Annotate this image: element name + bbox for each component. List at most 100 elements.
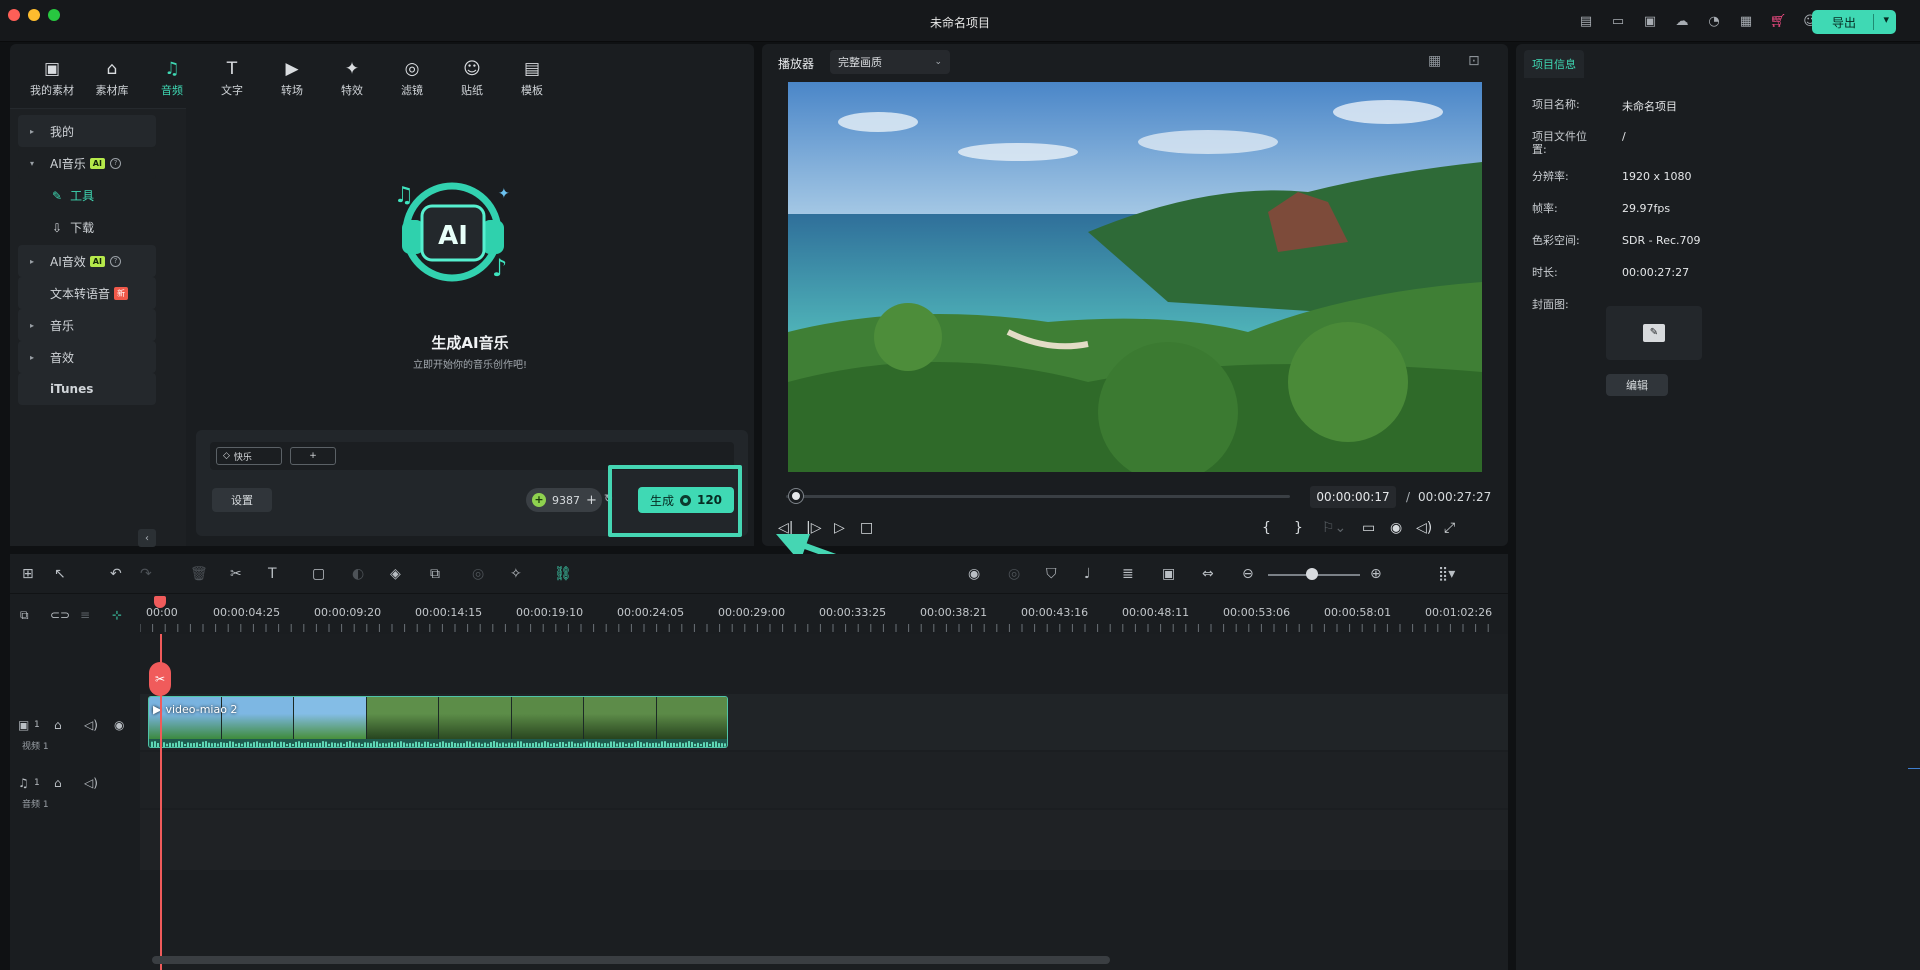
current-timecode[interactable]: 00:00:00:17	[1310, 486, 1396, 508]
mark-in-icon[interactable]: {	[1262, 520, 1271, 536]
collapse-sidebar-button[interactable]: ‹	[138, 529, 156, 547]
support-icon[interactable]: ◔	[1704, 12, 1724, 30]
fit-icon[interactable]: ⇔	[1202, 566, 1214, 582]
ai-cut-icon[interactable]: ◎	[1008, 566, 1020, 582]
ai-effect-icon[interactable]: ✧	[510, 566, 522, 582]
marker-icon[interactable]: ⚐⌄	[1322, 520, 1346, 536]
settings-button[interactable]: 设置	[212, 488, 272, 512]
edit-cover-button[interactable]: 编辑	[1606, 374, 1668, 396]
timeline-scrollbar[interactable]	[152, 956, 1110, 964]
tab-template[interactable]: ▤ 模板	[506, 58, 558, 102]
tab-audio[interactable]: ♫ 音频	[146, 58, 198, 102]
sidebar-item-music[interactable]: ▸ 音乐	[18, 309, 156, 341]
tab-text[interactable]: T 文字	[206, 58, 258, 102]
playhead-handle[interactable]	[154, 596, 166, 608]
ai-tool-icon[interactable]: ⧉	[430, 566, 440, 582]
sidebar-item-mine[interactable]: ▸ 我的	[18, 115, 156, 147]
microphone-icon[interactable]: ♩	[1084, 566, 1091, 582]
cart-icon[interactable]: 🛒︎	[1768, 12, 1788, 30]
tab-sticker[interactable]: ☺ 贴纸	[446, 58, 498, 102]
tab-transition[interactable]: ▶ 转场	[266, 58, 318, 102]
scope-icon[interactable]: ⊡	[1468, 53, 1480, 69]
text-tool-icon[interactable]: T	[268, 566, 277, 582]
add-credits-icon[interactable]: +	[586, 493, 597, 508]
fullscreen-icon[interactable]: ⤢	[1444, 520, 1455, 536]
cover-thumbnail[interactable]: ✎	[1606, 306, 1702, 360]
download-icon: ⇩	[52, 220, 63, 235]
mark-out-icon[interactable]: }	[1294, 520, 1303, 536]
task-center-icon[interactable]: ▤	[1576, 12, 1596, 30]
time-ruler[interactable]: 00:00 00:00:04:25 00:00:09:20 00:00:14:15 00…	[140, 594, 1508, 634]
zoom-out-icon[interactable]: ⊖	[1242, 566, 1254, 582]
tab-stock-media[interactable]: ⌂ 素材库	[86, 58, 138, 102]
delete-icon[interactable]: 🗑︎	[190, 566, 208, 582]
snapshot-icon[interactable]: ◉	[1390, 520, 1402, 536]
crop-icon[interactable]: ▢	[312, 566, 325, 582]
video-preview[interactable]	[788, 82, 1482, 472]
quality-select[interactable]: 完整画质 ⌄	[830, 50, 950, 74]
shield-icon[interactable]: ⛉	[1046, 566, 1057, 582]
sidebar-item-sfx[interactable]: ▸ 音效	[18, 341, 156, 373]
clip-frame	[366, 697, 439, 739]
eye-icon[interactable]: ◉	[114, 718, 124, 732]
help-icon[interactable]: ?	[109, 255, 121, 267]
new-badge: 新	[114, 286, 129, 300]
ai-badge: AI	[89, 157, 105, 169]
timeline-panel: ⊞ ↖ ↶ ↷ 🗑︎ ✂ T ▢ ◐ ◈ ⧉ ◎ ✧ ⛓ ◉ ◎ ⛉ ♩ ≣ ▣…	[10, 554, 1508, 970]
ruler-label: 00:00:43:16	[1021, 606, 1089, 619]
cloud-upload-icon[interactable]: ☁	[1672, 12, 1692, 30]
split-icon[interactable]: ✂	[230, 566, 242, 582]
mood-chip[interactable]: ◇ 快乐	[216, 447, 282, 465]
select-tool-icon[interactable]: ↖	[54, 566, 66, 582]
scrub-track[interactable]	[786, 495, 1290, 498]
lock-icon[interactable]: ⌂	[54, 776, 62, 790]
sidebar-item-ai-music[interactable]: ▾ AI音乐 AI?	[18, 147, 156, 179]
speed-icon[interactable]: ◐	[352, 566, 364, 582]
color-match-icon[interactable]: ◈	[390, 566, 401, 582]
lock-icon[interactable]: ⌂	[54, 718, 62, 732]
mask-icon[interactable]: ◎	[472, 566, 484, 582]
audio-mix-icon[interactable]: ≣	[1122, 566, 1134, 582]
grid-view-icon[interactable]: ▦	[1428, 53, 1441, 69]
tab-project-info[interactable]: 项目信息	[1524, 50, 1584, 78]
sidebar-subitem-tools[interactable]: ✎ 工具	[52, 187, 94, 204]
credits-display[interactable]: + 9387 +	[526, 488, 602, 512]
split-playhead-icon[interactable]: ✂	[149, 662, 171, 696]
sidebar-item-itunes[interactable]: iTunes	[18, 373, 156, 405]
display-icon[interactable]: ▭	[1362, 520, 1375, 536]
add-chip-button[interactable]: +	[290, 447, 336, 465]
add-track-icon[interactable]: ⧉	[20, 608, 29, 623]
zoom-in-icon[interactable]: ⊕	[1370, 566, 1382, 582]
chevron-down-icon[interactable]: ▾	[1883, 13, 1889, 26]
track-layout-icon[interactable]: ⣿▾	[1438, 566, 1455, 582]
mute-icon[interactable]: ◁)	[84, 776, 98, 790]
sidebar-item-tts[interactable]: 文本转语音新	[18, 277, 156, 309]
scrub-knob[interactable]	[788, 489, 803, 503]
snap-icon[interactable]: ⊹	[112, 608, 122, 622]
tab-filter[interactable]: ◎ 滤镜	[386, 58, 438, 102]
layout-grid-icon[interactable]: ⊞	[22, 566, 34, 582]
track-list-icon[interactable]: ≡	[80, 608, 90, 622]
mute-icon[interactable]: ◁)	[84, 718, 98, 732]
sidebar-subitem-download[interactable]: ⇩ 下载	[52, 219, 94, 236]
sidebar-item-ai-sfx[interactable]: ▸ AI音效 AI?	[18, 245, 156, 277]
save-icon[interactable]: ▣	[1640, 12, 1660, 30]
apps-grid-icon[interactable]: ▦	[1736, 12, 1756, 30]
info-row-resolution: 分辨率: 1920 x 1080	[1532, 170, 1692, 183]
link-icon[interactable]: ⛓	[554, 566, 572, 582]
volume-icon[interactable]: ◁)	[1416, 520, 1432, 536]
clip-frame	[656, 697, 727, 739]
undo-icon[interactable]: ↶	[110, 566, 122, 582]
video-clip[interactable]: ▶ video-miao 2	[148, 696, 728, 748]
link-track-icon[interactable]: ⊂⊃	[50, 608, 70, 622]
tab-my-media[interactable]: ▣ 我的素材	[26, 58, 78, 102]
export-button[interactable]: 导出 ▾	[1812, 10, 1896, 34]
record-icon[interactable]: ◉	[968, 566, 980, 582]
help-icon[interactable]: ?	[109, 157, 121, 169]
zoom-slider-knob[interactable]	[1306, 568, 1318, 580]
pip-icon[interactable]: ▣	[1162, 566, 1175, 582]
tab-effects[interactable]: ✦ 特效	[326, 58, 378, 102]
redo-icon[interactable]: ↷	[140, 566, 152, 582]
layout-icon[interactable]: ▭	[1608, 12, 1628, 30]
title-bar: 未命名项目 ▤ ▭ ▣ ☁ ◔ ▦ 🛒︎ ☺ 导出 ▾	[0, 0, 1920, 42]
